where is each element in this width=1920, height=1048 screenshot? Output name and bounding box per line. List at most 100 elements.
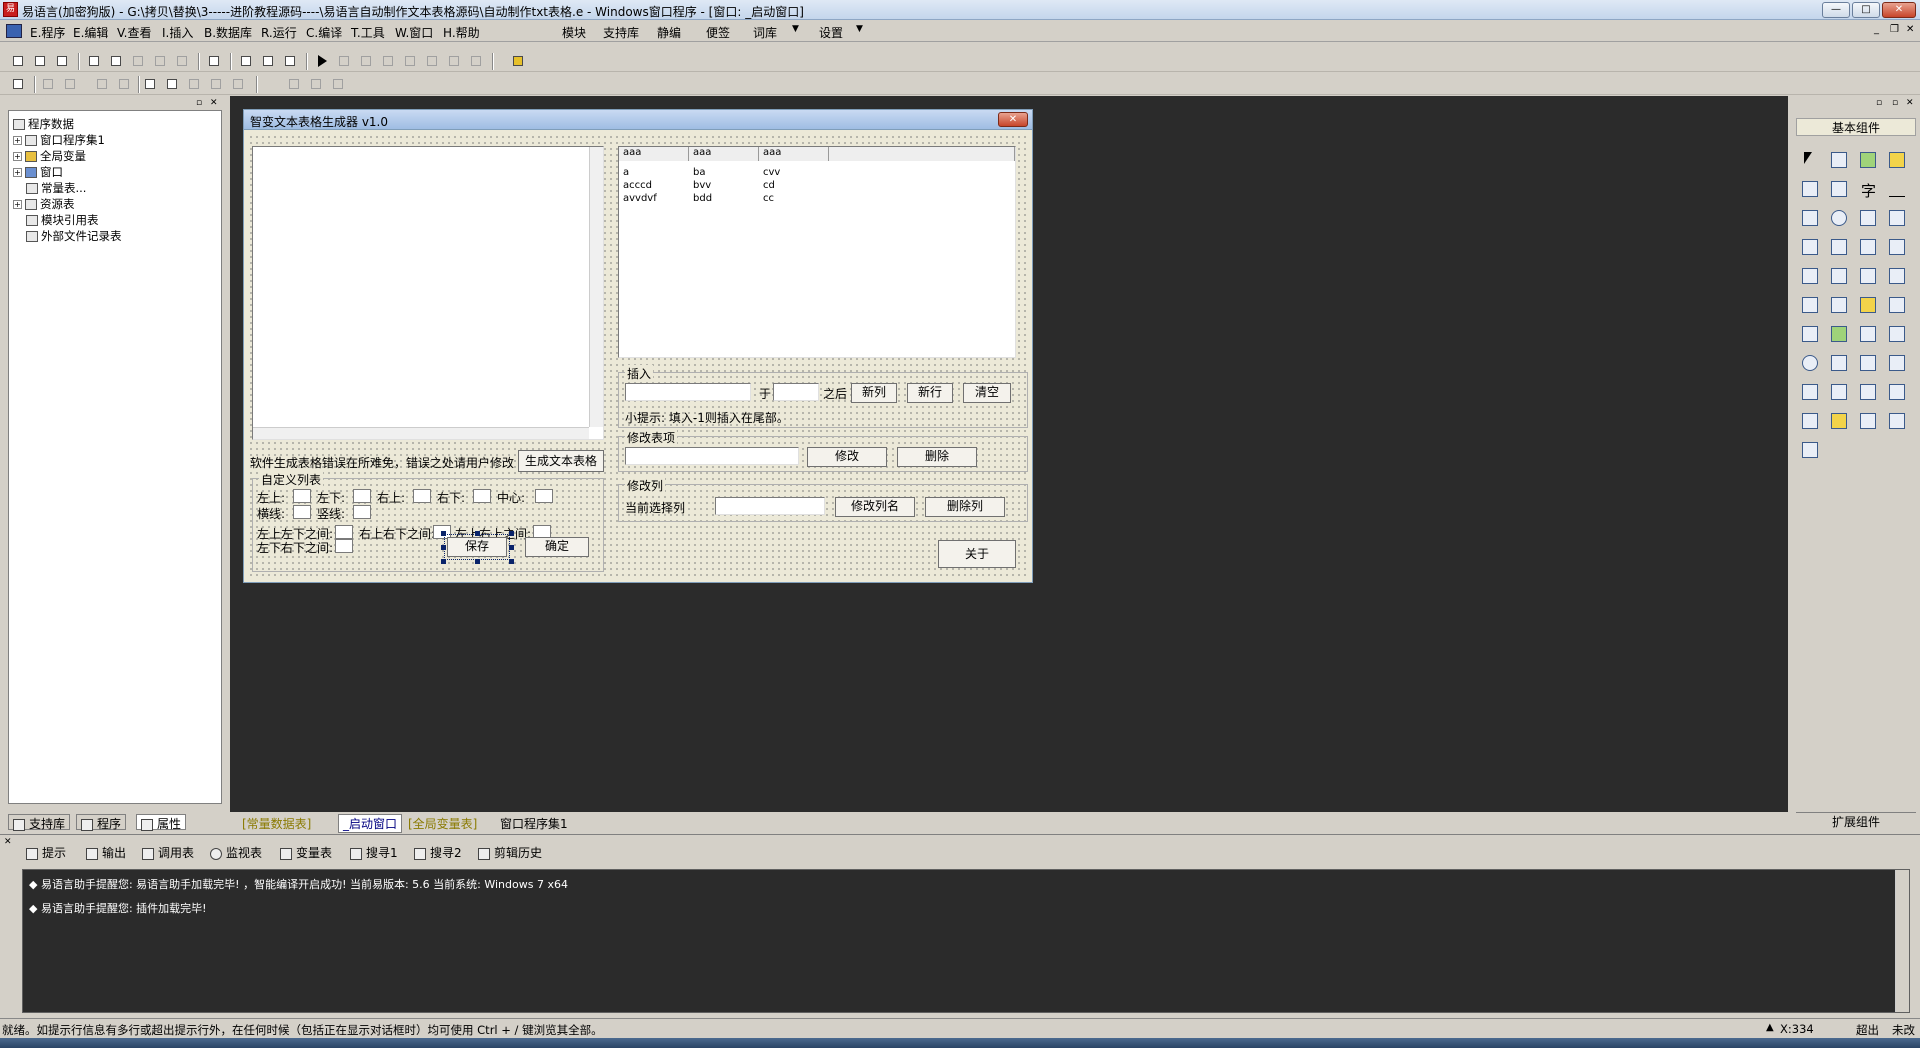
chart-icon[interactable] — [1858, 411, 1878, 431]
text-editbox[interactable] — [252, 146, 604, 440]
new-column-button[interactable]: 新列 — [851, 383, 897, 403]
animation-icon[interactable] — [1887, 266, 1907, 286]
line-icon[interactable] — [1887, 179, 1907, 199]
tab-call-stack[interactable]: 调用表 — [142, 844, 194, 861]
db-connect-icon[interactable] — [1829, 411, 1849, 431]
copy-icon[interactable] — [108, 53, 124, 69]
equal-space-icon[interactable] — [230, 76, 246, 92]
find-icon[interactable] — [206, 53, 222, 69]
horizontal-input[interactable] — [293, 505, 311, 519]
close-icon[interactable]: ✕ — [210, 98, 218, 108]
menu-run[interactable]: R.运行 — [261, 24, 297, 41]
grid-cell[interactable]: bvv — [693, 180, 711, 191]
align-left-icon[interactable] — [40, 76, 56, 92]
tree-node-module-refs[interactable]: 模块引用表 — [26, 212, 99, 228]
grid-cell[interactable]: acccd — [623, 180, 652, 191]
designer-form[interactable]: 智变文本表格生成器 v1.0 ✕ aaa aaa aaa a ba cvv ac… — [243, 109, 1033, 583]
chevron-down-icon[interactable]: ▼ — [856, 24, 863, 34]
breakpoint-icon[interactable] — [446, 53, 462, 69]
center-v-icon[interactable] — [164, 76, 180, 92]
date-box-icon[interactable] — [1829, 295, 1849, 315]
expand-icon[interactable]: + — [13, 168, 22, 177]
same-size-icon[interactable] — [330, 76, 346, 92]
selection-handle[interactable] — [509, 545, 514, 550]
output-console[interactable]: ◆ 易语言助手提醒您: 易语言助手加载完毕! ，智能编译开启成功! 当前易版本:… — [22, 869, 1910, 1013]
tab-global-vars[interactable]: [全局变量表] — [408, 815, 477, 832]
open-folder-icon[interactable] — [32, 53, 48, 69]
odbc-db-icon[interactable] — [1800, 440, 1820, 460]
grid-header[interactable]: aaa — [689, 147, 759, 161]
align-bottom-icon[interactable] — [116, 76, 132, 92]
run-icon[interactable] — [314, 53, 330, 69]
dir-box-icon[interactable] — [1858, 295, 1878, 315]
layout3-icon[interactable] — [282, 53, 298, 69]
selection-handle[interactable] — [509, 531, 514, 536]
space-v-icon[interactable] — [208, 76, 224, 92]
insert-position-input[interactable] — [773, 383, 819, 401]
bottom-right-input[interactable] — [473, 489, 491, 503]
menu-static-compile[interactable]: 静编 — [657, 24, 681, 41]
minimize-button[interactable]: — — [1822, 2, 1850, 18]
space-h-icon[interactable] — [186, 76, 202, 92]
tab-control-icon[interactable] — [1829, 266, 1849, 286]
close-icon[interactable]: ✕ — [4, 837, 12, 847]
color-picker-icon[interactable] — [1800, 324, 1820, 344]
center-h-icon[interactable] — [142, 76, 158, 92]
progress-icon[interactable] — [1887, 237, 1907, 257]
delete-button[interactable]: 删除 — [897, 447, 977, 467]
lr-bottom-input[interactable] — [335, 539, 353, 553]
menu-edit[interactable]: E.编辑 — [73, 24, 108, 41]
tab-hint[interactable]: 提示 — [26, 844, 66, 861]
selection-handle[interactable] — [509, 559, 514, 564]
checklist-icon[interactable] — [1800, 237, 1820, 257]
grid-cell[interactable]: bdd — [693, 193, 712, 204]
paste-icon[interactable] — [130, 53, 146, 69]
palette-footer[interactable]: 扩展组件 — [1796, 812, 1916, 830]
grid-cell[interactable]: cc — [763, 193, 774, 204]
center-input[interactable] — [535, 489, 553, 503]
tree-node-constants[interactable]: 常量表... — [26, 180, 86, 196]
selection-handle[interactable] — [441, 559, 446, 564]
printer-icon[interactable] — [1829, 353, 1849, 373]
save-icon[interactable] — [54, 53, 70, 69]
step-out-icon[interactable] — [402, 53, 418, 69]
chevron-down-icon[interactable]: ▼ — [792, 24, 799, 34]
tab-window-assembly[interactable]: 窗口程序集1 — [500, 815, 568, 832]
close-icon[interactable]: ✕ — [1906, 98, 1914, 108]
undo-icon[interactable] — [152, 53, 168, 69]
tab-start-window[interactable]: _启动窗口 — [338, 814, 403, 833]
splitter-icon[interactable] — [1858, 324, 1878, 344]
menu-settings[interactable]: 设置 — [819, 24, 843, 41]
restore-icon[interactable]: ▫ — [1892, 98, 1898, 108]
close-window-button[interactable]: ✕ — [1882, 2, 1916, 18]
menu-window[interactable]: W.窗口 — [395, 24, 433, 41]
menu-notes[interactable]: 便签 — [706, 24, 730, 41]
delete-column-button[interactable]: 删除列 — [925, 497, 1005, 517]
label-icon[interactable] — [1829, 150, 1849, 170]
group-box-icon[interactable] — [1829, 179, 1849, 199]
ok-button[interactable]: 确定 — [525, 537, 589, 557]
align-center-icon[interactable] — [62, 76, 78, 92]
top-left-input[interactable] — [293, 489, 311, 503]
selection-handle[interactable] — [475, 559, 480, 564]
combo-box-icon[interactable] — [1858, 208, 1878, 228]
table-grid[interactable]: aaa aaa aaa a ba cvv acccd bvv cd avvdvf… — [618, 146, 1016, 358]
grid-icon[interactable] — [10, 76, 26, 92]
scrollbar-vertical[interactable] — [589, 147, 603, 427]
step-icon[interactable] — [358, 53, 374, 69]
mdi-restore-icon[interactable]: ❐ — [1890, 24, 1899, 35]
tab-search1[interactable]: 搜寻1 — [350, 844, 398, 861]
checkbox-icon[interactable] — [1800, 208, 1820, 228]
grid-cell[interactable]: ba — [693, 167, 705, 178]
modify-item-input[interactable] — [625, 447, 799, 465]
rename-column-button[interactable]: 修改列名 — [835, 497, 915, 517]
generate-table-button[interactable]: 生成文本表格 — [518, 450, 604, 472]
tree-node-external-files[interactable]: 外部文件记录表 — [26, 228, 122, 244]
tab-output[interactable]: 输出 — [86, 844, 126, 861]
image-box-icon[interactable] — [1858, 150, 1878, 170]
grid-header[interactable]: aaa — [759, 147, 829, 161]
save-button[interactable]: 保存 — [444, 534, 510, 560]
scrollbar-horizontal[interactable] — [253, 427, 589, 439]
radio-icon[interactable] — [1829, 208, 1849, 228]
form-close-icon[interactable]: ✕ — [998, 112, 1028, 127]
